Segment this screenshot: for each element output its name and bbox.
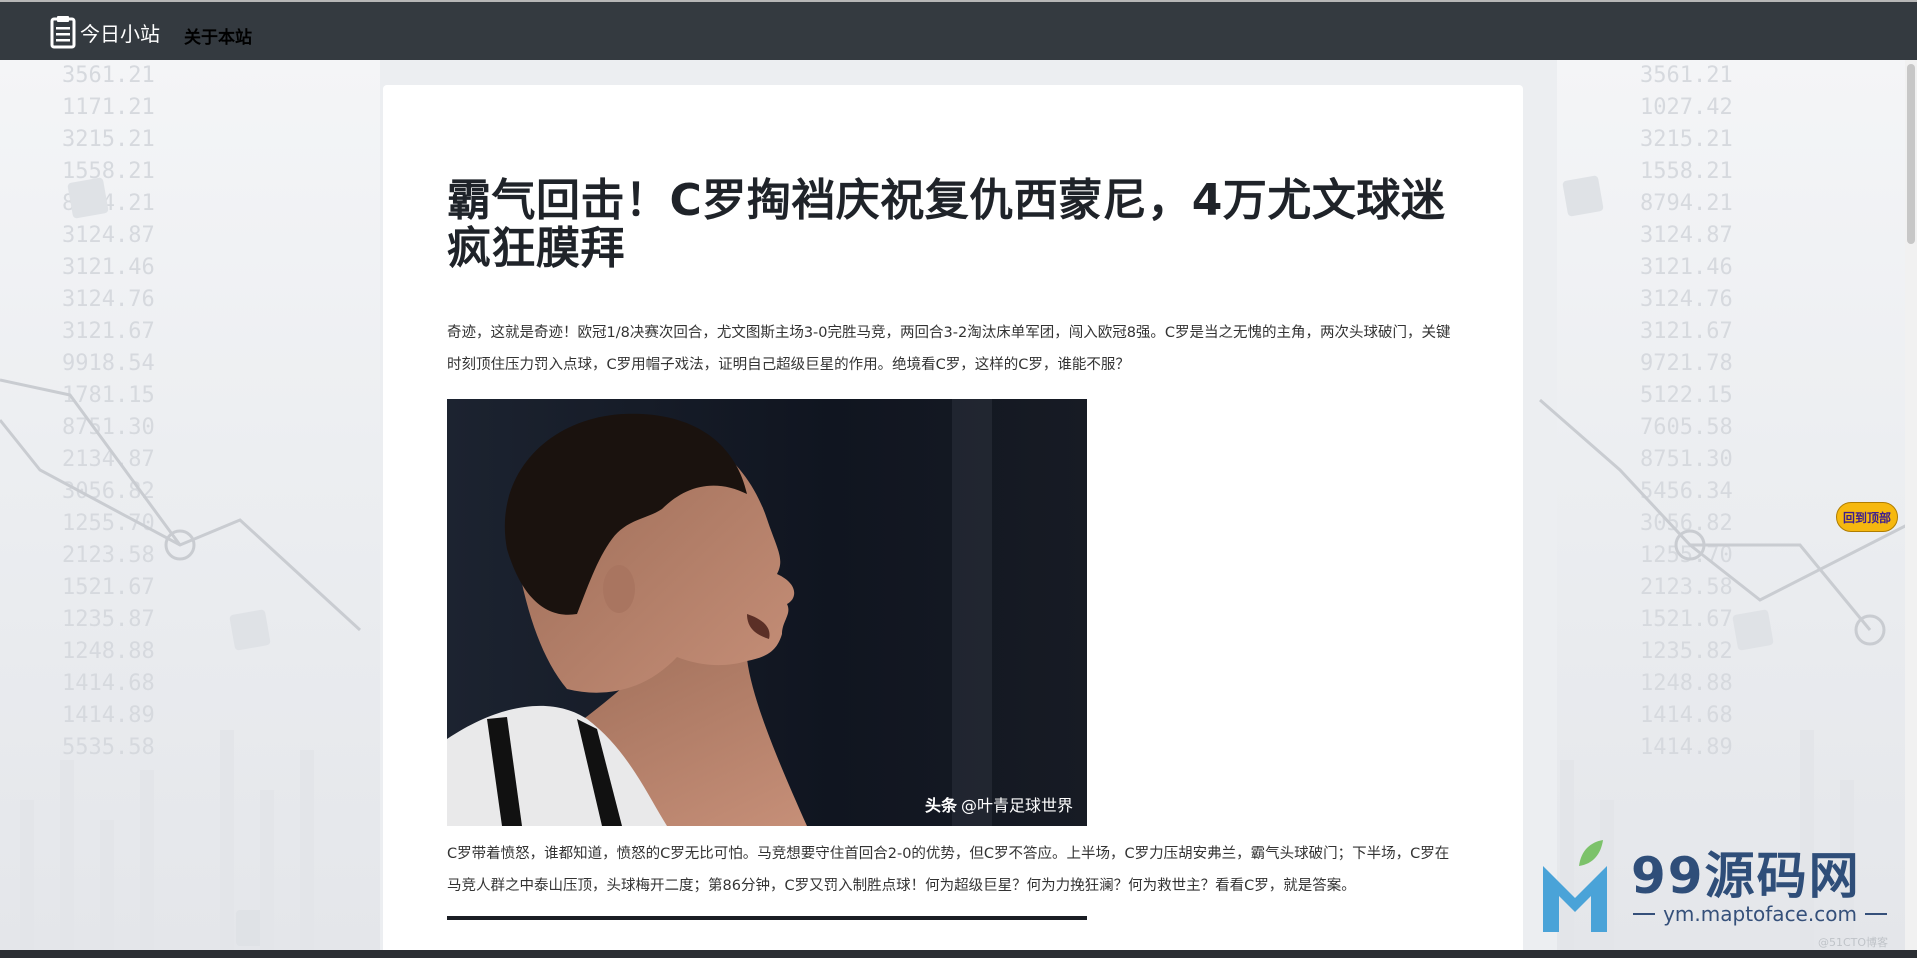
top-navbar: 今日小站 关于本站 bbox=[0, 0, 1917, 60]
brand-link[interactable]: 今日小站 bbox=[50, 14, 160, 50]
logo-dash-right bbox=[1864, 913, 1888, 915]
watermark-author: @叶青足球世界 bbox=[960, 796, 1073, 815]
image-watermark-caption: 头条 @叶青足球世界 bbox=[925, 792, 1073, 816]
brand-label: 今日小站 bbox=[80, 21, 160, 46]
nav-about-link[interactable]: 关于本站 bbox=[184, 23, 252, 48]
page-scrollbar[interactable] bbox=[1905, 60, 1917, 958]
scrollbar-thumb[interactable] bbox=[1907, 64, 1915, 244]
article-paragraph-2: C罗带着愤怒，谁都知道，愤怒的C罗无比可怕。马竞想要守住首回合2-0的优势，但C… bbox=[447, 846, 1450, 894]
back-to-top-button[interactable]: 回到顶部 bbox=[1836, 502, 1898, 532]
corner-credit: @51CTO博客 bbox=[1818, 936, 1889, 949]
m-logo-icon bbox=[1543, 840, 1607, 932]
article-paragraph-1: 奇迹，这就是奇迹！欧冠1/8决赛次回合，尤文图斯主场3-0完胜马竞，两回合3-2… bbox=[447, 325, 1451, 373]
watermark-brand: 头条 bbox=[924, 796, 957, 815]
logo-title: 99源码网 bbox=[1631, 847, 1861, 905]
article-photo: 头条 @叶青足球世界 bbox=[447, 399, 1087, 826]
logo-subtitle: ym.maptoface.com bbox=[1663, 902, 1857, 926]
logo-subtitle-row: ym.maptoface.com bbox=[1625, 902, 1895, 926]
notepad-icon bbox=[50, 16, 76, 49]
article-card: 霸气回击！C罗掏裆庆祝复仇西蒙尼，4万尤文球迷疯狂膜拜 奇迹，这就是奇迹！欧冠1… bbox=[383, 85, 1523, 958]
next-photo-edge bbox=[447, 916, 1087, 920]
logo-dash-left bbox=[1633, 913, 1656, 915]
article-title: 霸气回击！C罗掏裆庆祝复仇西蒙尼，4万尤文球迷疯狂膜拜 bbox=[447, 175, 1446, 274]
player-photo-illustration bbox=[447, 399, 1087, 826]
bottom-strip bbox=[0, 950, 1917, 958]
article-body: 霸气回击！C罗掏裆庆祝复仇西蒙尼，4万尤文球迷疯狂膜拜 奇迹，这就是奇迹！欧冠1… bbox=[447, 177, 1457, 920]
site-watermark-logo: 99源码网 ym.maptoface.com bbox=[1535, 836, 1905, 936]
